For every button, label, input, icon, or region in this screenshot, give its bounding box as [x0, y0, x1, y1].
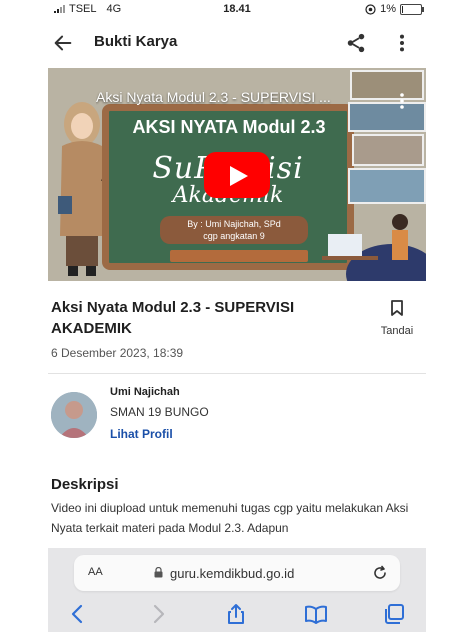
browser-toolbar: AA guru.kemdikbud.go.id: [48, 548, 426, 632]
video-title: Aksi Nyata Modul 2.3 - SUPERVISI ...: [96, 89, 331, 105]
location-lock-icon: [365, 3, 376, 15]
bookmark-button[interactable]: Tandai: [372, 300, 422, 340]
share-up-icon[interactable]: [224, 602, 248, 626]
aa-label: AA: [88, 566, 103, 578]
shelf: [170, 250, 308, 262]
status-bar: TSEL 4G 18.41 1%: [48, 0, 426, 20]
description-heading: Deskripsi: [51, 476, 119, 493]
reader-settings-button[interactable]: AA: [88, 566, 103, 578]
battery-percent: 1%: [380, 3, 396, 15]
byline-author: By : Umi Najichah, SPd: [187, 219, 281, 229]
bookmark-label: Tandai: [380, 325, 414, 337]
byline-batch: cgp angkatan 9: [203, 231, 265, 241]
youtube-play-icon[interactable]: [204, 152, 270, 198]
chevron-right-icon[interactable]: [146, 602, 170, 626]
description-text: Video ini diupload untuk memenuhi tugas …: [51, 501, 409, 535]
tabs-icon[interactable]: [382, 602, 406, 626]
page-title: Bukti Karya: [94, 33, 178, 50]
board-byline: By : Umi Najichah, SPd cgp angkatan 9: [160, 216, 308, 244]
avatar[interactable]: [51, 392, 97, 438]
arrow-left-icon[interactable]: [52, 32, 74, 54]
browser-nav-row: [48, 596, 426, 632]
view-profile-link[interactable]: Lihat Profil: [110, 427, 173, 441]
share-icon[interactable]: [345, 32, 367, 54]
battery-fill: [402, 5, 403, 13]
author-school: SMAN 19 BUNGO: [110, 405, 209, 419]
chevron-left-icon[interactable]: [66, 602, 90, 626]
avatar-photo: [51, 392, 97, 438]
url-text: guru.kemdikbud.go.id: [170, 566, 295, 581]
address-bar[interactable]: AA guru.kemdikbud.go.id: [74, 555, 400, 591]
publish-date: 6 Desember 2023, 18:39: [51, 346, 184, 360]
reload-icon[interactable]: [372, 565, 388, 581]
battery-icon: [400, 3, 424, 15]
student-desk-illustration: [322, 214, 426, 281]
bookmark-icon: [391, 300, 403, 316]
author-name: Umi Najichah: [110, 386, 180, 398]
more-vertical-icon[interactable]: [394, 32, 410, 54]
app-bar: Bukti Karya: [48, 28, 426, 58]
video-more-icon[interactable]: [398, 92, 406, 110]
status-right: 1%: [365, 3, 424, 15]
divider: [48, 373, 426, 374]
video-player[interactable]: AKSI NYATA Modul 2.3 SuPervisi Akademik …: [48, 68, 426, 281]
article-title: Aksi Nyata Modul 2.3 - SUPERVISI AKADEMI…: [51, 299, 295, 337]
book-icon[interactable]: [304, 602, 328, 626]
board-title: AKSI NYATA Modul 2.3: [132, 117, 326, 137]
lock-icon: [154, 567, 163, 578]
